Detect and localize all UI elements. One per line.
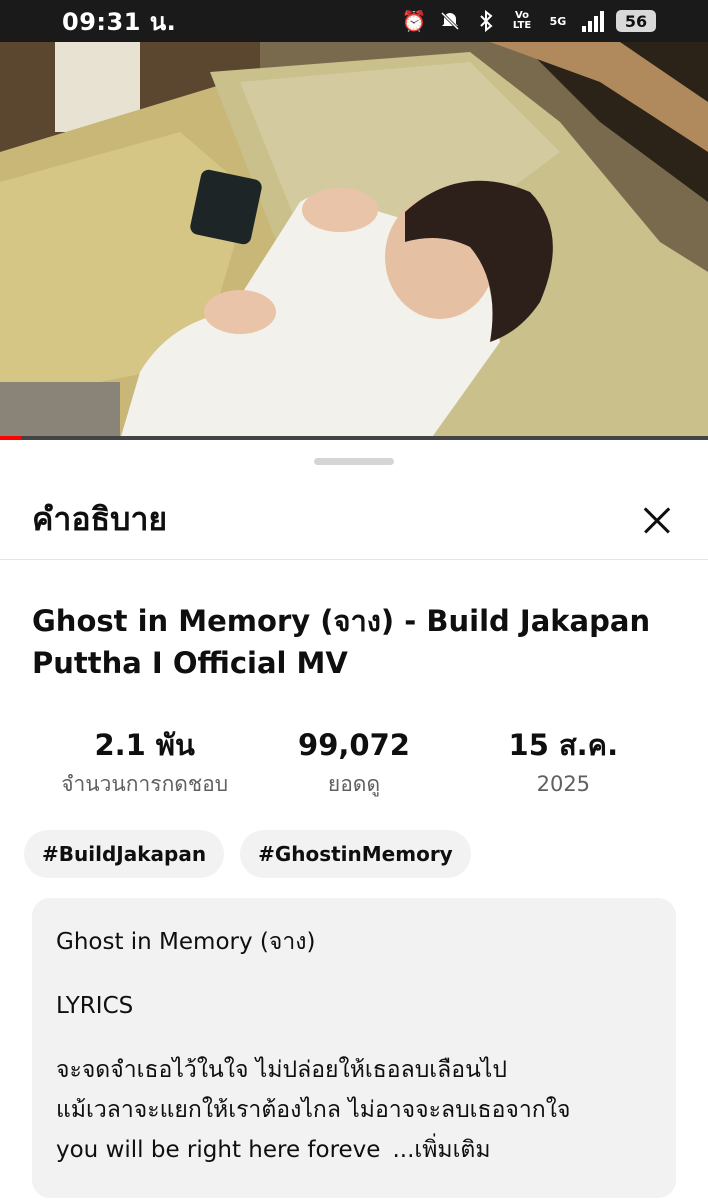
volte-icon: Vo LTE [512, 10, 532, 31]
publish-year: 2025 [536, 772, 591, 796]
hashtag-chip[interactable]: #BuildJakapan [24, 830, 225, 878]
likes-stat: 2.1 พัน จำนวนการกดชอบ [40, 726, 249, 804]
views-stat: 99,072 ยอดดู [249, 726, 458, 804]
description-truncated-text: you will be right here foreve [56, 1137, 381, 1163]
mute-bell-icon [438, 9, 462, 33]
status-icons: ⏰ Vo LTE 5G 56 [402, 9, 656, 33]
battery-indicator: 56 [616, 10, 656, 32]
description-sheet: คำอธิบาย Ghost in Memory (จาง) - Build J… [0, 440, 708, 1200]
show-more-link[interactable]: ...เพิ่มเติม [392, 1130, 490, 1170]
alarm-icon: ⏰ [401, 9, 427, 33]
likes-count: 2.1 พัน [94, 728, 195, 762]
views-count: 99,072 [298, 728, 410, 762]
status-time: 09:31 น. [62, 7, 177, 36]
description-line: Ghost in Memory (จาง) [56, 929, 316, 955]
description-line: แม้เวลาจะแยกให้เราต้องไกล ไม่อาจจะลบเธอจ… [56, 1097, 571, 1123]
description-box[interactable]: Ghost in Memory (จาง) LYRICS จะจดจำเธอไว… [32, 898, 676, 1198]
description-line: LYRICS [56, 993, 134, 1019]
date-stat: 15 ส.ค. 2025 [459, 726, 668, 804]
bluetooth-icon [474, 9, 498, 33]
network-5g-icon: 5G [549, 14, 567, 28]
hashtag-list: #BuildJakapan #GhostinMemory [24, 830, 471, 878]
publish-date: 15 ส.ค. [508, 728, 619, 762]
description-line: จะจดจำเธอไว้ในใจ ไม่ปล่อยให้เธอลบเลือนไป [56, 1057, 507, 1083]
sheet-header: คำอธิบาย [0, 480, 708, 560]
likes-label: จำนวนการกดชอบ [61, 772, 229, 796]
video-player[interactable] [0, 42, 708, 440]
description-last-line: you will be right here foreve ...เพิ่มเต… [56, 1130, 652, 1170]
sheet-title: คำอธิบาย [32, 500, 168, 538]
video-progress-fill [0, 436, 22, 440]
views-label: ยอดดู [327, 772, 381, 796]
signal-icon [582, 10, 604, 32]
video-title: Ghost in Memory (จาง) - Build Jakapan Pu… [32, 604, 651, 680]
video-frame-image [0, 42, 708, 440]
close-icon[interactable] [636, 500, 676, 540]
stats-row: 2.1 พัน จำนวนการกดชอบ 99,072 ยอดดู 15 ส.… [40, 726, 668, 804]
status-bar: 09:31 น. ⏰ Vo LTE 5G 56 [0, 0, 708, 42]
drag-handle[interactable] [314, 458, 394, 465]
hashtag-chip[interactable]: #GhostinMemory [240, 830, 471, 878]
